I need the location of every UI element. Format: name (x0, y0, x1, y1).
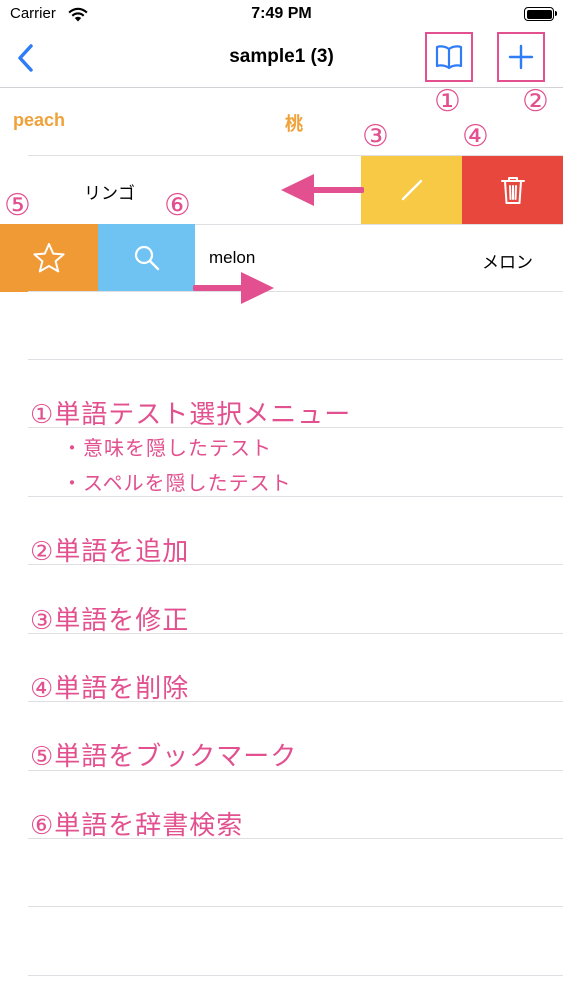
marker-6: ⑥ (164, 188, 191, 223)
row-divider (28, 906, 563, 907)
book-icon (435, 45, 463, 70)
swipe-right-arrow (193, 272, 274, 304)
plus-icon (508, 44, 534, 70)
legend-item-test-menu: ①単語テスト選択メニュー (30, 400, 352, 430)
legend-subitem: ・意味を隠したテスト (62, 436, 272, 460)
row-divider (28, 496, 563, 497)
edit-word-button[interactable] (361, 156, 462, 224)
word-text: peach (13, 110, 66, 130)
marker-3: ③ (362, 119, 389, 154)
word-text: melon (209, 248, 256, 267)
marker-1: ① (434, 84, 461, 119)
navigation-bar: sample1 (3) (0, 30, 563, 88)
legend-item-edit: ③単語を修正 (30, 606, 190, 636)
meaning-text: 桃 (285, 114, 303, 134)
row-divider (28, 291, 563, 292)
trash-icon (500, 177, 525, 204)
battery-icon (524, 7, 557, 21)
screen: Carrier 7:49 PM sample1 (3) peach 桃 リンゴ … (0, 0, 563, 1000)
legend-item-delete: ④単語を削除 (30, 674, 190, 704)
marker-4: ④ (462, 119, 489, 154)
marker-2: ② (522, 84, 549, 119)
word-test-menu-button[interactable] (425, 32, 473, 82)
row-divider (28, 975, 563, 976)
meaning-text: メロン (482, 253, 533, 272)
marker-5: ⑤ (4, 188, 31, 223)
star-icon (33, 243, 65, 273)
legend-subitem: ・スペルを隠したテスト (62, 471, 292, 495)
swipe-left-arrow (281, 174, 364, 206)
add-word-button[interactable] (497, 32, 545, 82)
legend-item-add: ②単語を追加 (30, 537, 190, 567)
legend-item-bookmark: ⑤単語をブックマーク (30, 742, 298, 772)
search-icon (134, 245, 159, 271)
pencil-icon (401, 179, 422, 201)
row-divider (28, 359, 563, 360)
page-title: sample1 (3) (229, 46, 334, 67)
status-bar: Carrier 7:49 PM (0, 0, 563, 30)
legend-item-dictionary-search: ⑥単語を辞書検索 (30, 811, 244, 841)
dictionary-search-button[interactable] (98, 224, 195, 292)
clock: 7:49 PM (251, 5, 312, 22)
bookmark-word-button[interactable] (0, 224, 98, 292)
table-row-swiped-right[interactable]: melon メロン (0, 224, 563, 292)
meaning-text: リンゴ (84, 184, 135, 203)
delete-word-button[interactable] (462, 156, 563, 224)
